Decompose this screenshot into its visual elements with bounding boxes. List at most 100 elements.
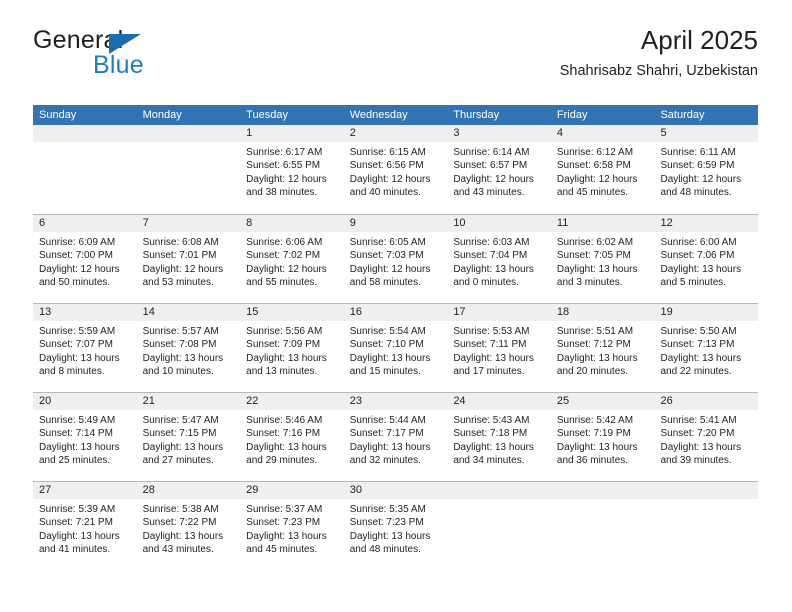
calendar-day-cell[interactable]: 17 Sunrise: 5:53 AM Sunset: 7:11 PM Dayligh… xyxy=(447,304,551,392)
day-sun-info: Sunrise: 5:51 AM Sunset: 7:12 PM Daylight:… xyxy=(551,321,655,379)
daylight-text-line1: Daylight: 13 hours xyxy=(246,352,327,364)
day-sun-info: Sunrise: 5:41 AM Sunset: 7:20 PM Daylight:… xyxy=(654,410,758,468)
daylight-text-line2: and 5 minutes. xyxy=(660,277,727,289)
daylight-text-line2: and 53 minutes. xyxy=(142,277,214,289)
day-sun-info: Sunrise: 6:09 AM Sunset: 7:00 PM Daylight:… xyxy=(33,232,137,290)
logo-text-blue: Blue xyxy=(93,51,144,79)
day-sun-info: Sunrise: 5:46 AM Sunset: 7:16 PM Daylight:… xyxy=(240,410,344,468)
sunset-text: Sunset: 7:20 PM xyxy=(660,428,735,440)
calendar-day-cell[interactable]: 11 Sunrise: 6:02 AM Sunset: 7:05 PM Dayligh… xyxy=(550,215,655,303)
daylight-text-line2: and 40 minutes. xyxy=(349,187,421,199)
calendar-day-cell[interactable]: 24 Sunrise: 5:43 AM Sunset: 7:18 PM Dayligh… xyxy=(447,393,551,481)
calendar-weeks: 1 Sunrise: 6:17 AM Sunset: 6:55 PM Daylight… xyxy=(33,125,759,570)
sunrise-text: Sunrise: 5:47 AM xyxy=(142,415,219,426)
calendar-day-cell[interactable]: 26 Sunrise: 5:41 AM Sunset: 7:20 PM Dayligh… xyxy=(654,393,759,481)
sunrise-text: Sunrise: 5:42 AM xyxy=(556,415,634,426)
calendar-day-cell[interactable]: 13 Sunrise: 5:59 AM Sunset: 7:07 PM Dayligh… xyxy=(33,304,137,392)
daylight-text-line2: and 36 minutes. xyxy=(556,455,629,467)
calendar-day-cell[interactable]: 20 Sunrise: 5:49 AM Sunset: 7:14 PM Dayligh… xyxy=(33,393,137,481)
weekday-header-saturday: Saturday xyxy=(660,109,705,121)
sunset-text: Sunset: 7:23 PM xyxy=(349,517,424,529)
sunset-text: Sunset: 7:16 PM xyxy=(246,428,321,440)
daylight-text-line2: and 45 minutes. xyxy=(556,187,629,199)
sunrise-text: Sunrise: 6:06 AM xyxy=(246,237,323,248)
weekday-header-sunday: Sunday xyxy=(39,109,77,121)
day-number: 25 xyxy=(550,393,655,410)
calendar-day-cell[interactable]: 30 Sunrise: 5:35 AM Sunset: 7:23 PM Dayligh… xyxy=(343,482,448,570)
calendar-day-cell[interactable]: 23 Sunrise: 5:44 AM Sunset: 7:17 PM Dayligh… xyxy=(343,393,448,481)
sunrise-text: Sunrise: 5:53 AM xyxy=(453,326,530,337)
sunset-text: Sunset: 7:00 PM xyxy=(39,250,113,262)
day-number xyxy=(33,125,137,142)
calendar-day-cell[interactable]: 27 Sunrise: 5:39 AM Sunset: 7:21 PM Dayligh… xyxy=(33,482,137,570)
sunrise-text: Sunrise: 6:02 AM xyxy=(556,237,634,248)
sunrise-text: Sunrise: 6:11 AM xyxy=(660,147,736,158)
calendar-day-cell[interactable]: 21 Sunrise: 5:47 AM Sunset: 7:15 PM Dayligh… xyxy=(136,393,241,481)
daylight-text-line1: Daylight: 13 hours xyxy=(246,530,327,542)
calendar-day-cell[interactable]: 14 Sunrise: 5:57 AM Sunset: 7:08 PM Dayligh… xyxy=(136,304,241,392)
day-sun-info: Sunrise: 5:57 AM Sunset: 7:08 PM Daylight:… xyxy=(137,321,241,379)
sunset-text: Sunset: 7:17 PM xyxy=(349,428,424,440)
day-number: 15 xyxy=(240,304,344,321)
daylight-text-line2: and 43 minutes. xyxy=(142,544,214,556)
day-sun-info: Sunrise: 5:50 AM Sunset: 7:13 PM Daylight:… xyxy=(654,321,758,379)
calendar-day-cell[interactable]: 4 Sunrise: 6:12 AM Sunset: 6:58 PM Daylight… xyxy=(550,125,655,214)
day-sun-info: Sunrise: 6:03 AM Sunset: 7:04 PM Daylight:… xyxy=(447,232,551,290)
sunset-text: Sunset: 6:58 PM xyxy=(556,160,631,172)
day-number: 1 xyxy=(240,125,344,142)
daylight-text-line2: and 38 minutes. xyxy=(246,187,318,199)
calendar-day-cell[interactable]: 6 Sunrise: 6:09 AM Sunset: 7:00 PM Daylight… xyxy=(33,215,137,303)
sunset-text: Sunset: 7:02 PM xyxy=(246,250,321,262)
daylight-text-line1: Daylight: 13 hours xyxy=(39,530,120,542)
calendar-day-cell[interactable]: 15 Sunrise: 5:56 AM Sunset: 7:09 PM Dayligh… xyxy=(240,304,344,392)
calendar-day-cell[interactable]: 16 Sunrise: 5:54 AM Sunset: 7:10 PM Dayligh… xyxy=(343,304,448,392)
calendar-day-cell[interactable]: 18 Sunrise: 5:51 AM Sunset: 7:12 PM Dayligh… xyxy=(550,304,655,392)
day-sun-info: Sunrise: 5:54 AM Sunset: 7:10 PM Daylight:… xyxy=(344,321,448,379)
calendar-grid: Sunday Monday Tuesday Wednesday Thursday… xyxy=(33,105,759,570)
daylight-text-line1: Daylight: 13 hours xyxy=(142,530,224,542)
daylight-text-line1: Daylight: 13 hours xyxy=(142,441,224,453)
sunrise-text: Sunrise: 6:15 AM xyxy=(349,147,426,158)
calendar-day-cell[interactable]: 7 Sunrise: 6:08 AM Sunset: 7:01 PM Daylight… xyxy=(136,215,241,303)
sunset-text: Sunset: 6:59 PM xyxy=(660,160,735,172)
day-number: 9 xyxy=(343,215,448,232)
daylight-text-line1: Daylight: 12 hours xyxy=(349,173,431,185)
day-sun-info: Sunrise: 6:05 AM Sunset: 7:03 PM Daylight:… xyxy=(344,232,448,290)
sunrise-text: Sunrise: 5:56 AM xyxy=(246,326,323,337)
calendar-day-cell[interactable]: 22 Sunrise: 5:46 AM Sunset: 7:16 PM Dayligh… xyxy=(240,393,344,481)
calendar-day-cell[interactable]: 1 Sunrise: 6:17 AM Sunset: 6:55 PM Daylight… xyxy=(240,125,344,214)
calendar-day-cell[interactable]: 25 Sunrise: 5:42 AM Sunset: 7:19 PM Dayligh… xyxy=(550,393,655,481)
sunset-text: Sunset: 7:14 PM xyxy=(39,428,113,440)
sunrise-text: Sunrise: 5:51 AM xyxy=(556,326,634,337)
day-number: 18 xyxy=(550,304,655,321)
sunset-text: Sunset: 7:05 PM xyxy=(556,250,631,262)
calendar-day-cell[interactable]: 19 Sunrise: 5:50 AM Sunset: 7:13 PM Dayligh… xyxy=(654,304,759,392)
calendar-day-cell[interactable]: 3 Sunrise: 6:14 AM Sunset: 6:57 PM Daylight… xyxy=(447,125,551,214)
day-number: 21 xyxy=(136,393,241,410)
calendar-day-cell[interactable]: 29 Sunrise: 5:37 AM Sunset: 7:23 PM Dayligh… xyxy=(240,482,344,570)
calendar-day-cell[interactable]: 9 Sunrise: 6:05 AM Sunset: 7:03 PM Daylight… xyxy=(343,215,448,303)
calendar-day-cell[interactable]: 28 Sunrise: 5:38 AM Sunset: 7:22 PM Dayligh… xyxy=(136,482,241,570)
calendar-day-cell-empty xyxy=(136,125,241,214)
calendar-day-cell[interactable]: 2 Sunrise: 6:15 AM Sunset: 6:56 PM Daylight… xyxy=(343,125,448,214)
sunrise-text: Sunrise: 5:44 AM xyxy=(349,415,426,426)
weekday-header-monday: Monday xyxy=(142,109,182,121)
sunrise-text: Sunrise: 6:09 AM xyxy=(39,237,116,248)
daylight-text-line2: and 55 minutes. xyxy=(246,277,318,289)
daylight-text-line1: Daylight: 12 hours xyxy=(349,263,431,275)
sunset-text: Sunset: 7:18 PM xyxy=(453,428,528,440)
sunset-text: Sunset: 6:55 PM xyxy=(246,160,321,172)
sunset-text: Sunset: 7:10 PM xyxy=(349,339,424,351)
calendar-day-cell[interactable]: 8 Sunrise: 6:06 AM Sunset: 7:02 PM Daylight… xyxy=(240,215,344,303)
calendar-day-cell[interactable]: 12 Sunrise: 6:00 AM Sunset: 7:06 PM Dayligh… xyxy=(654,215,759,303)
day-sun-info: Sunrise: 5:38 AM Sunset: 7:22 PM Daylight:… xyxy=(137,499,241,557)
sunset-text: Sunset: 7:11 PM xyxy=(453,339,527,351)
day-sun-info: Sunrise: 5:44 AM Sunset: 7:17 PM Daylight:… xyxy=(344,410,448,468)
calendar-day-cell[interactable]: 5 Sunrise: 6:11 AM Sunset: 6:59 PM Daylight… xyxy=(654,125,759,214)
logo-general-blue[interactable]: General Blue xyxy=(33,26,253,84)
daylight-text-line2: and 43 minutes. xyxy=(453,187,525,199)
day-number: 28 xyxy=(136,482,241,499)
daylight-text-line2: and 10 minutes. xyxy=(142,366,214,378)
day-sun-info: Sunrise: 5:35 AM Sunset: 7:23 PM Daylight:… xyxy=(344,499,448,557)
calendar-day-cell[interactable]: 10 Sunrise: 6:03 AM Sunset: 7:04 PM Dayligh… xyxy=(447,215,551,303)
